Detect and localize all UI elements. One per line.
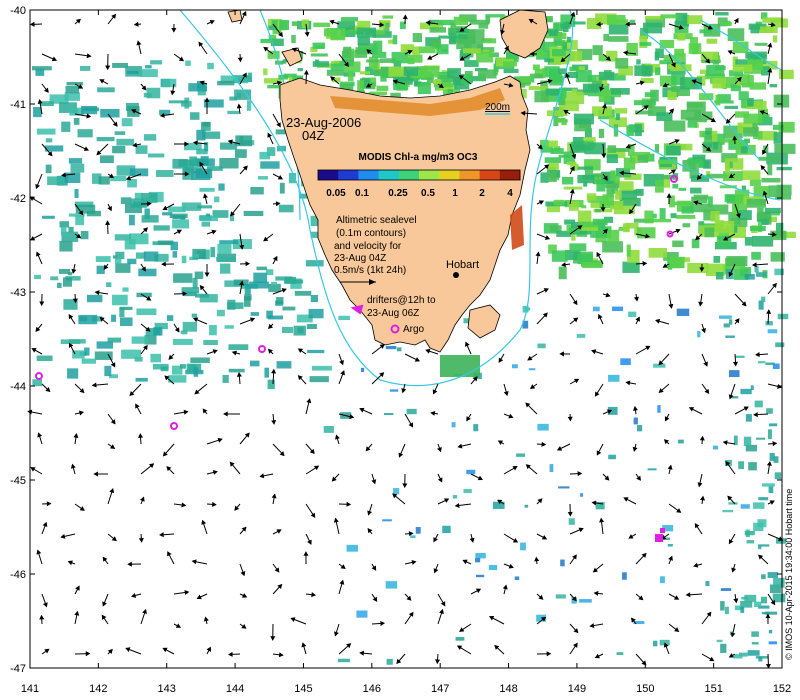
colorbar-tick-label: 4 [507,188,513,199]
velocity-scale-label: 0.5m/s (1kt 24h) [334,265,406,276]
lon-tick-label: 141 [21,683,39,695]
drifters-line-1: drifters@12h to [367,295,436,306]
lat-tick-label: -43 [10,287,26,299]
lon-tick-label: 144 [226,683,244,695]
altimetric-line-3: and velocity for [334,241,402,252]
altimetric-line-2: (0.1m contours) [336,228,406,239]
lat-tick-label: -40 [10,5,26,17]
altimetric-line-4: 23-Aug 04Z [334,253,386,264]
colorbar-cell [398,170,420,180]
colorbar-cell [459,170,481,180]
lon-tick-label: 150 [636,683,654,695]
colorbar-cell [378,170,400,180]
lon-tick-label: 147 [431,683,449,695]
lon-tick-label: 152 [773,683,791,695]
lat-tick-label: -44 [10,381,26,393]
lon-tick-label: 148 [499,683,517,695]
lat-tick-label: -47 [10,663,26,675]
colorbar-tick-label: 0.05 [326,188,346,199]
lon-tick-label: 145 [294,683,312,695]
colorbar-tick-label: 2 [479,188,485,199]
drifter-cluster [660,528,665,533]
lon-tick-label: 149 [568,683,586,695]
time-label: 04Z [302,128,324,143]
lon-tick-label: 143 [158,683,176,695]
colorbar-cell [439,170,460,180]
tasmania-chlorophyll-map: MODIS Chl-a mg/m3 OC3 0.05 0.1 0.25 0.5 1 2 4 … [10,5,796,695]
colorbar-tick-label: 0.25 [388,188,408,199]
lon-tick-label: 146 [363,683,381,695]
lat-tick-label: -46 [10,569,26,581]
colorbar-cell [419,170,440,180]
hobart-label: Hobart [446,259,479,271]
colorbar-title: MODIS Chl-a mg/m3 OC3 [359,152,478,163]
lon-tick-label: 142 [89,683,107,695]
drifters-line-2: 23-Aug 06Z [367,308,419,319]
lat-tick-label: -45 [10,475,26,487]
colorbar-cell [499,170,521,180]
colorbar-cell [338,170,359,180]
imos-credit: © IMOS 10-Apr-2015 19:34:00 Hobart time [784,489,794,660]
lat-tick-label: -41 [10,99,26,111]
lon-tick-label: 151 [704,683,722,695]
drifter-cluster [655,534,663,542]
scale-200m-label: 200m [485,102,510,113]
colorbar-cell [358,170,380,180]
colorbar-cell [479,170,501,180]
altimetric-line-1: Altimetric sealevel [336,215,417,226]
hobart-marker [453,272,459,278]
colorbar-tick-label: 0.5 [421,188,435,199]
colorbar-tick-label: 0.1 [355,188,369,199]
lat-tick-label: -42 [10,193,26,205]
colorbar-cell [318,170,339,180]
argo-label: Argo [403,324,425,335]
colorbar-tick-label: 1 [452,188,458,199]
